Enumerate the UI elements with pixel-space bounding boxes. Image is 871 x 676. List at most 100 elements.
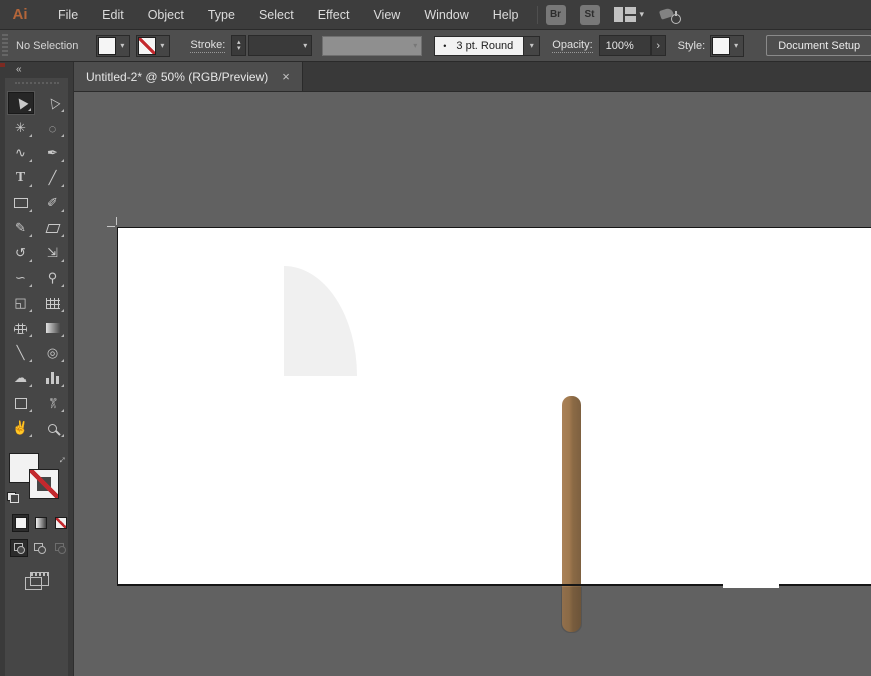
puppet-warp-tool[interactable]: ⚲ [40, 267, 66, 289]
document-tab[interactable]: Untitled-2* @ 50% (RGB/Preview) × [74, 62, 303, 91]
stroke-weight-stepper[interactable]: ▴ ▾ [231, 35, 246, 56]
perspective-grid-tool[interactable] [40, 292, 66, 314]
change-screen-mode-button[interactable] [25, 572, 49, 590]
menu-bar: Ai FileEditObjectTypeSelectEffectViewWin… [0, 0, 871, 30]
chevron-down-icon[interactable]: ▾ [640, 9, 645, 20]
shaper-tool[interactable]: ✎ [8, 217, 34, 239]
selection-status: No Selection [16, 40, 78, 52]
stroke-color-dropdown[interactable]: ▾ [136, 35, 170, 57]
artboard-corner-mark [107, 226, 115, 227]
canvas[interactable] [74, 92, 871, 676]
draw-behind-button[interactable] [31, 540, 47, 556]
line-segment-tool[interactable]: ╱ [40, 167, 66, 189]
stroke-weight-label[interactable]: Stroke: [190, 39, 225, 53]
swap-fill-stroke-icon[interactable]: ↔ [53, 451, 69, 467]
fill-color-dropdown[interactable]: ▾ [96, 35, 130, 57]
fill-swatch[interactable] [98, 37, 116, 55]
symbol-sprayer-tool[interactable]: ☁ [8, 367, 34, 389]
column-graph-tool[interactable] [40, 367, 66, 389]
white-shape-over-artboard-edge[interactable] [723, 579, 779, 588]
stroke-color-swatch[interactable] [29, 469, 59, 499]
menu-item-file[interactable]: File [46, 0, 90, 30]
opacity-expand-icon[interactable]: › [651, 35, 666, 56]
width-icon: ∽ [15, 270, 26, 286]
type-tool[interactable]: T [8, 167, 34, 189]
bridge-button[interactable]: Br [546, 5, 566, 25]
menu-item-type[interactable]: Type [196, 0, 247, 30]
default-fill-stroke-icon[interactable] [7, 492, 19, 503]
control-bar-grip[interactable] [2, 34, 8, 58]
rotate-tool[interactable]: ↺ [8, 242, 34, 264]
menu-separator [537, 6, 538, 24]
tools-panel-body: ▶ ▷ ✳ ◌ ∿ ✒ T ╱ ✐ ✎ ↺ ⇲ ∽ ⚲ ◱ ╲ ◎ ☁ ✄ ✌ ↔ [5, 78, 68, 676]
draw-normal-button[interactable] [11, 540, 27, 556]
none-slash-icon [30, 470, 58, 498]
curvature-tool[interactable]: ∿ [8, 142, 34, 164]
shaper-icon: ✎ [15, 220, 26, 236]
hand-tool[interactable]: ✌ [8, 417, 34, 439]
menu-item-view[interactable]: View [361, 0, 412, 30]
workspace-layout-icon[interactable] [614, 7, 636, 22]
slice-tool[interactable]: ✄ [40, 392, 66, 414]
type-icon: T [16, 170, 25, 186]
paintbrush-tool[interactable]: ✐ [40, 192, 66, 214]
scale-tool[interactable]: ⇲ [40, 242, 66, 264]
collapse-panel-button[interactable]: « [16, 64, 21, 75]
drawing-mode-buttons [11, 540, 68, 556]
artboard-tool[interactable] [8, 392, 34, 414]
style-swatch[interactable] [712, 37, 730, 55]
eraser-tool[interactable] [40, 217, 66, 239]
power-icon [671, 14, 681, 24]
stock-button[interactable]: St [580, 5, 600, 25]
blend-tool[interactable]: ◎ [40, 342, 66, 364]
stroke-weight-dropdown[interactable]: ▾ [248, 35, 312, 56]
opacity-input[interactable]: 100% [599, 35, 651, 56]
draw-inside-button[interactable] [52, 540, 68, 556]
shape-builder-tool[interactable]: ◱ [8, 292, 34, 314]
hand-icon: ✌ [12, 420, 28, 436]
width-tool[interactable]: ∽ [8, 267, 34, 289]
menu-item-effect[interactable]: Effect [306, 0, 362, 30]
selection-tool[interactable]: ▶ [8, 92, 34, 114]
menu-item-edit[interactable]: Edit [90, 0, 136, 30]
gradient-button[interactable] [33, 515, 48, 531]
chevron-down-icon: ▾ [156, 41, 168, 50]
rectangle-tool[interactable] [8, 192, 34, 214]
color-button[interactable] [13, 515, 28, 531]
symbol-sprayer-icon: ☁ [14, 370, 27, 386]
close-tab-icon[interactable]: × [282, 69, 290, 84]
style-dropdown[interactable]: ▾ [710, 35, 744, 57]
pen-tool[interactable]: ✒ [40, 142, 66, 164]
eyedropper-tool[interactable]: ╲ [8, 342, 34, 364]
variable-width-dropdown: ▾ [322, 36, 422, 56]
gradient-tool[interactable] [40, 317, 66, 339]
direct-selection-icon: ▷ [43, 94, 62, 111]
stepper-down-icon[interactable]: ▾ [237, 46, 241, 52]
lasso-tool[interactable]: ◌ [40, 117, 66, 139]
fill-stroke-widget: ↔ [7, 453, 67, 505]
menu-item-help[interactable]: Help [481, 0, 531, 30]
brush-definition-dropdown[interactable]: • 3 pt. Round [434, 36, 524, 56]
document-setup-button[interactable]: Document Setup [766, 35, 871, 56]
style-label: Style: [678, 40, 706, 52]
opacity-label[interactable]: Opacity: [552, 39, 592, 53]
direct-selection-tool[interactable]: ▷ [40, 92, 66, 114]
stroke-swatch[interactable] [138, 37, 156, 55]
none-button[interactable] [53, 515, 68, 531]
pen-icon: ✒ [47, 145, 58, 161]
menu-item-select[interactable]: Select [247, 0, 306, 30]
zoom-tool[interactable] [40, 417, 66, 439]
paintbrush-icon: ✐ [47, 195, 58, 211]
menu-item-window[interactable]: Window [412, 0, 480, 30]
magic-wand-tool[interactable]: ✳ [8, 117, 34, 139]
eraser-icon [45, 224, 60, 233]
mesh-tool[interactable] [8, 317, 34, 339]
rotate-icon: ↺ [15, 245, 26, 261]
brush-definition-chevron[interactable]: ▾ [524, 36, 540, 56]
tools-panel-grip[interactable] [15, 82, 59, 84]
menu-item-object[interactable]: Object [136, 0, 196, 30]
chevron-down-icon: ▾ [116, 41, 128, 50]
gpu-performance-icon[interactable] [660, 6, 682, 24]
curvature-icon: ∿ [15, 145, 26, 161]
artboard[interactable] [117, 227, 871, 585]
